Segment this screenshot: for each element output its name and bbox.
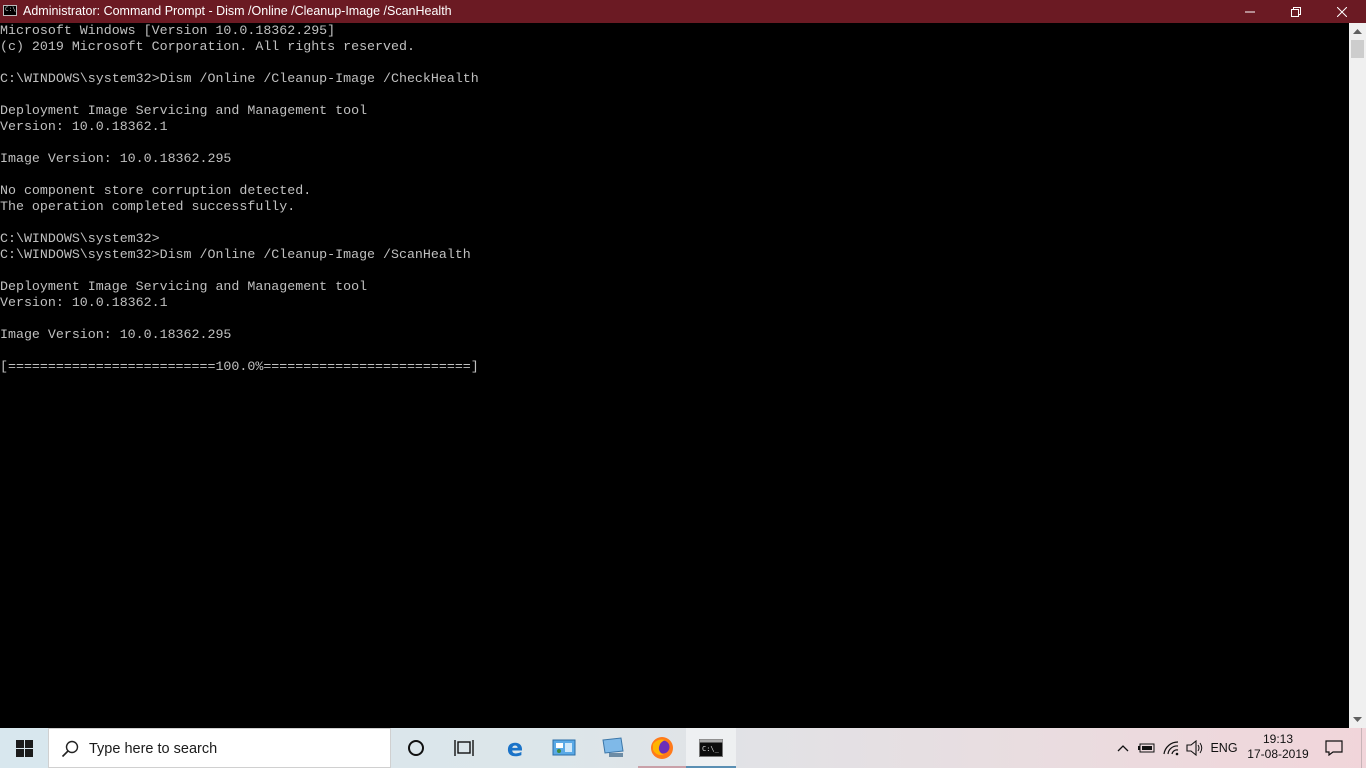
close-button[interactable]	[1319, 0, 1365, 23]
search-placeholder: Type here to search	[89, 741, 218, 757]
restore-button[interactable]	[1273, 0, 1319, 23]
chevron-up-icon	[1117, 745, 1129, 752]
network-button[interactable]	[1160, 728, 1182, 768]
console-line: Deployment Image Servicing and Managemen…	[0, 103, 368, 118]
console-line: Version: 10.0.18362.1	[0, 295, 168, 310]
battery-button[interactable]	[1136, 728, 1158, 768]
firefox-icon	[651, 737, 673, 759]
cortana-button[interactable]	[391, 728, 441, 768]
console-line: C:\WINDOWS\system32>Dism /Online /Cleanu…	[0, 71, 479, 86]
start-button[interactable]	[0, 728, 48, 768]
cmd-icon: C:\	[3, 5, 17, 16]
speaker-icon	[1186, 740, 1203, 756]
console-line: The operation completed successfully.	[0, 199, 296, 214]
cmd-taskbar-button[interactable]: C:\_	[686, 728, 736, 768]
notification-icon	[1325, 740, 1343, 756]
clock-time: 19:13	[1262, 732, 1294, 746]
volume-button[interactable]	[1184, 728, 1206, 768]
close-icon	[1337, 6, 1347, 17]
vertical-scrollbar[interactable]	[1349, 23, 1366, 728]
minimize-icon	[1245, 11, 1255, 12]
edge-button[interactable]: e	[491, 728, 539, 768]
title-bar[interactable]: C:\ Administrator: Command Prompt - Dism…	[0, 0, 1366, 23]
network-computer-icon	[602, 737, 624, 757]
cortana-icon	[408, 740, 424, 756]
console-line: Image Version: 10.0.18362.295	[0, 151, 232, 166]
taskbar-search-box[interactable]: Type here to search	[48, 728, 391, 768]
console-line: C:\WINDOWS\system32>	[0, 231, 160, 246]
task-view-icon	[454, 740, 474, 756]
console-line: Image Version: 10.0.18362.295	[0, 327, 232, 342]
action-center-button[interactable]	[1316, 728, 1352, 768]
svg-text:C:\_: C:\_	[702, 745, 720, 753]
edge-icon: e	[507, 736, 523, 760]
minimize-button[interactable]	[1227, 0, 1273, 23]
control-panel-icon	[552, 739, 576, 756]
windows-logo-icon	[15, 739, 33, 757]
console-line: Microsoft Windows [Version 10.0.18362.29…	[0, 23, 336, 38]
console-line: No component store corruption detected.	[0, 183, 312, 198]
cmd-icon: C:\_	[699, 739, 723, 757]
console-line: Deployment Image Servicing and Managemen…	[0, 279, 368, 294]
console-line: C:\WINDOWS\system32>Dism /Online /Cleanu…	[0, 247, 471, 262]
wifi-icon	[1163, 741, 1179, 756]
console-line: [==========================100.0%=======…	[0, 359, 479, 374]
scroll-up-arrow-icon[interactable]	[1349, 23, 1366, 40]
scroll-down-arrow-icon[interactable]	[1349, 711, 1366, 728]
restore-icon	[1291, 6, 1301, 17]
taskbar: Type here to search e C:\_ ENG 19:13 17-…	[0, 728, 1366, 768]
battery-icon	[1138, 743, 1155, 753]
input-language-indicator[interactable]: ENG	[1208, 728, 1240, 768]
show-hidden-icons-button[interactable]	[1112, 728, 1134, 768]
clock[interactable]: 19:13 17-08-2019	[1246, 728, 1310, 768]
console-line: (c) 2019 Microsoft Corporation. All righ…	[0, 39, 415, 54]
firefox-button[interactable]	[638, 728, 686, 768]
window-title: Administrator: Command Prompt - Dism /On…	[23, 4, 452, 18]
show-desktop-button[interactable]	[1361, 728, 1366, 768]
language-label: ENG	[1210, 741, 1238, 755]
control-panel-button[interactable]	[539, 728, 589, 768]
console-output[interactable]: Microsoft Windows [Version 10.0.18362.29…	[0, 23, 1349, 728]
scrollbar-thumb[interactable]	[1351, 40, 1364, 58]
search-icon	[61, 740, 79, 758]
svg-text:e: e	[507, 736, 523, 760]
console-line: Version: 10.0.18362.1	[0, 119, 168, 134]
task-view-button[interactable]	[441, 728, 487, 768]
network-computer-button[interactable]	[589, 728, 639, 768]
clock-date: 17-08-2019	[1247, 747, 1309, 761]
